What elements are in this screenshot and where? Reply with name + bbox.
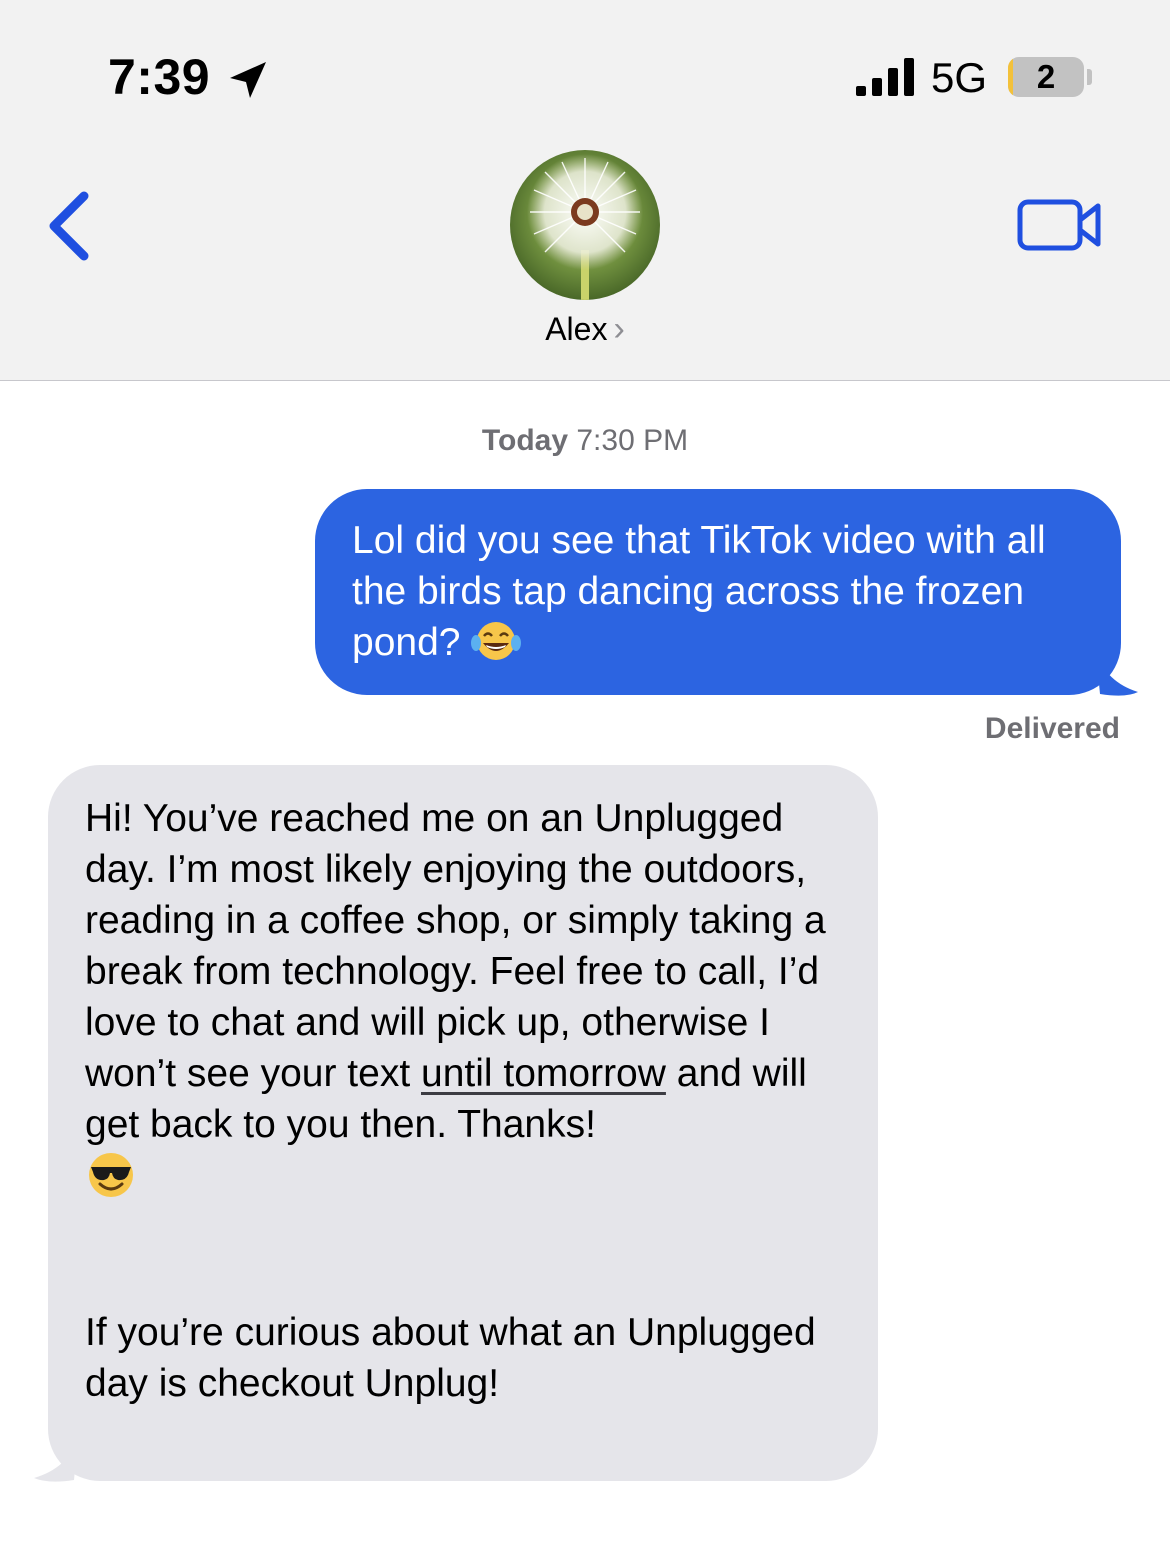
delivery-status: Delivered [984, 712, 1120, 745]
face-with-tears-of-joy-icon [471, 622, 522, 660]
facetime-video-button[interactable] [1010, 190, 1110, 260]
message-timestamp: Today 7:30 PM [0, 424, 1170, 458]
battery-icon: 2 [1008, 57, 1084, 97]
emoji-line [85, 1150, 838, 1205]
blank-spacer [85, 1205, 838, 1307]
contact-name: Alex [545, 311, 608, 347]
location-arrow-icon [230, 62, 266, 98]
dandelion-avatar [510, 150, 660, 300]
outgoing-message-bubble[interactable]: Lol did you see that TikTok video with a… [315, 489, 1121, 695]
outgoing-bubble-tail [1096, 652, 1138, 696]
contact-avatar[interactable] [510, 150, 660, 300]
timestamp-time: 7:30 PM [576, 424, 689, 457]
chevron-left-icon [49, 191, 89, 261]
contact-name-button[interactable]: Alex › [0, 310, 1170, 349]
video-camera-icon [1017, 199, 1101, 251]
battery-tip [1087, 69, 1092, 85]
back-button[interactable] [36, 176, 106, 276]
incoming-message-text: Hi! You’ve reached me on an Unplugged da… [85, 797, 826, 1095]
incoming-bubble-tail [34, 1438, 78, 1482]
timestamp-day: Today [481, 424, 569, 457]
incoming-message-bubble[interactable]: Hi! You’ve reached me on an Unplugged da… [48, 765, 878, 1481]
conversation-header: 7:39 5G 2 Alex › [0, 0, 1170, 381]
incoming-message-body: Hi! You’ve reached me on an Unplugged da… [85, 793, 838, 1150]
smiling-face-with-sunglasses-icon [89, 1153, 133, 1197]
status-bar-time: 7:39 [108, 49, 211, 105]
incoming-message-footer: If you’re curious about what an Unplugge… [85, 1311, 816, 1405]
chevron-right-icon: › [613, 310, 625, 348]
battery-level: 2 [1036, 58, 1056, 95]
network-type: 5G [931, 54, 988, 101]
cellular-signal-icon [856, 58, 914, 96]
outgoing-message-text: Lol did you see that TikTok video with a… [352, 519, 1046, 664]
date-detected-link[interactable]: until tomorrow [421, 1052, 666, 1095]
